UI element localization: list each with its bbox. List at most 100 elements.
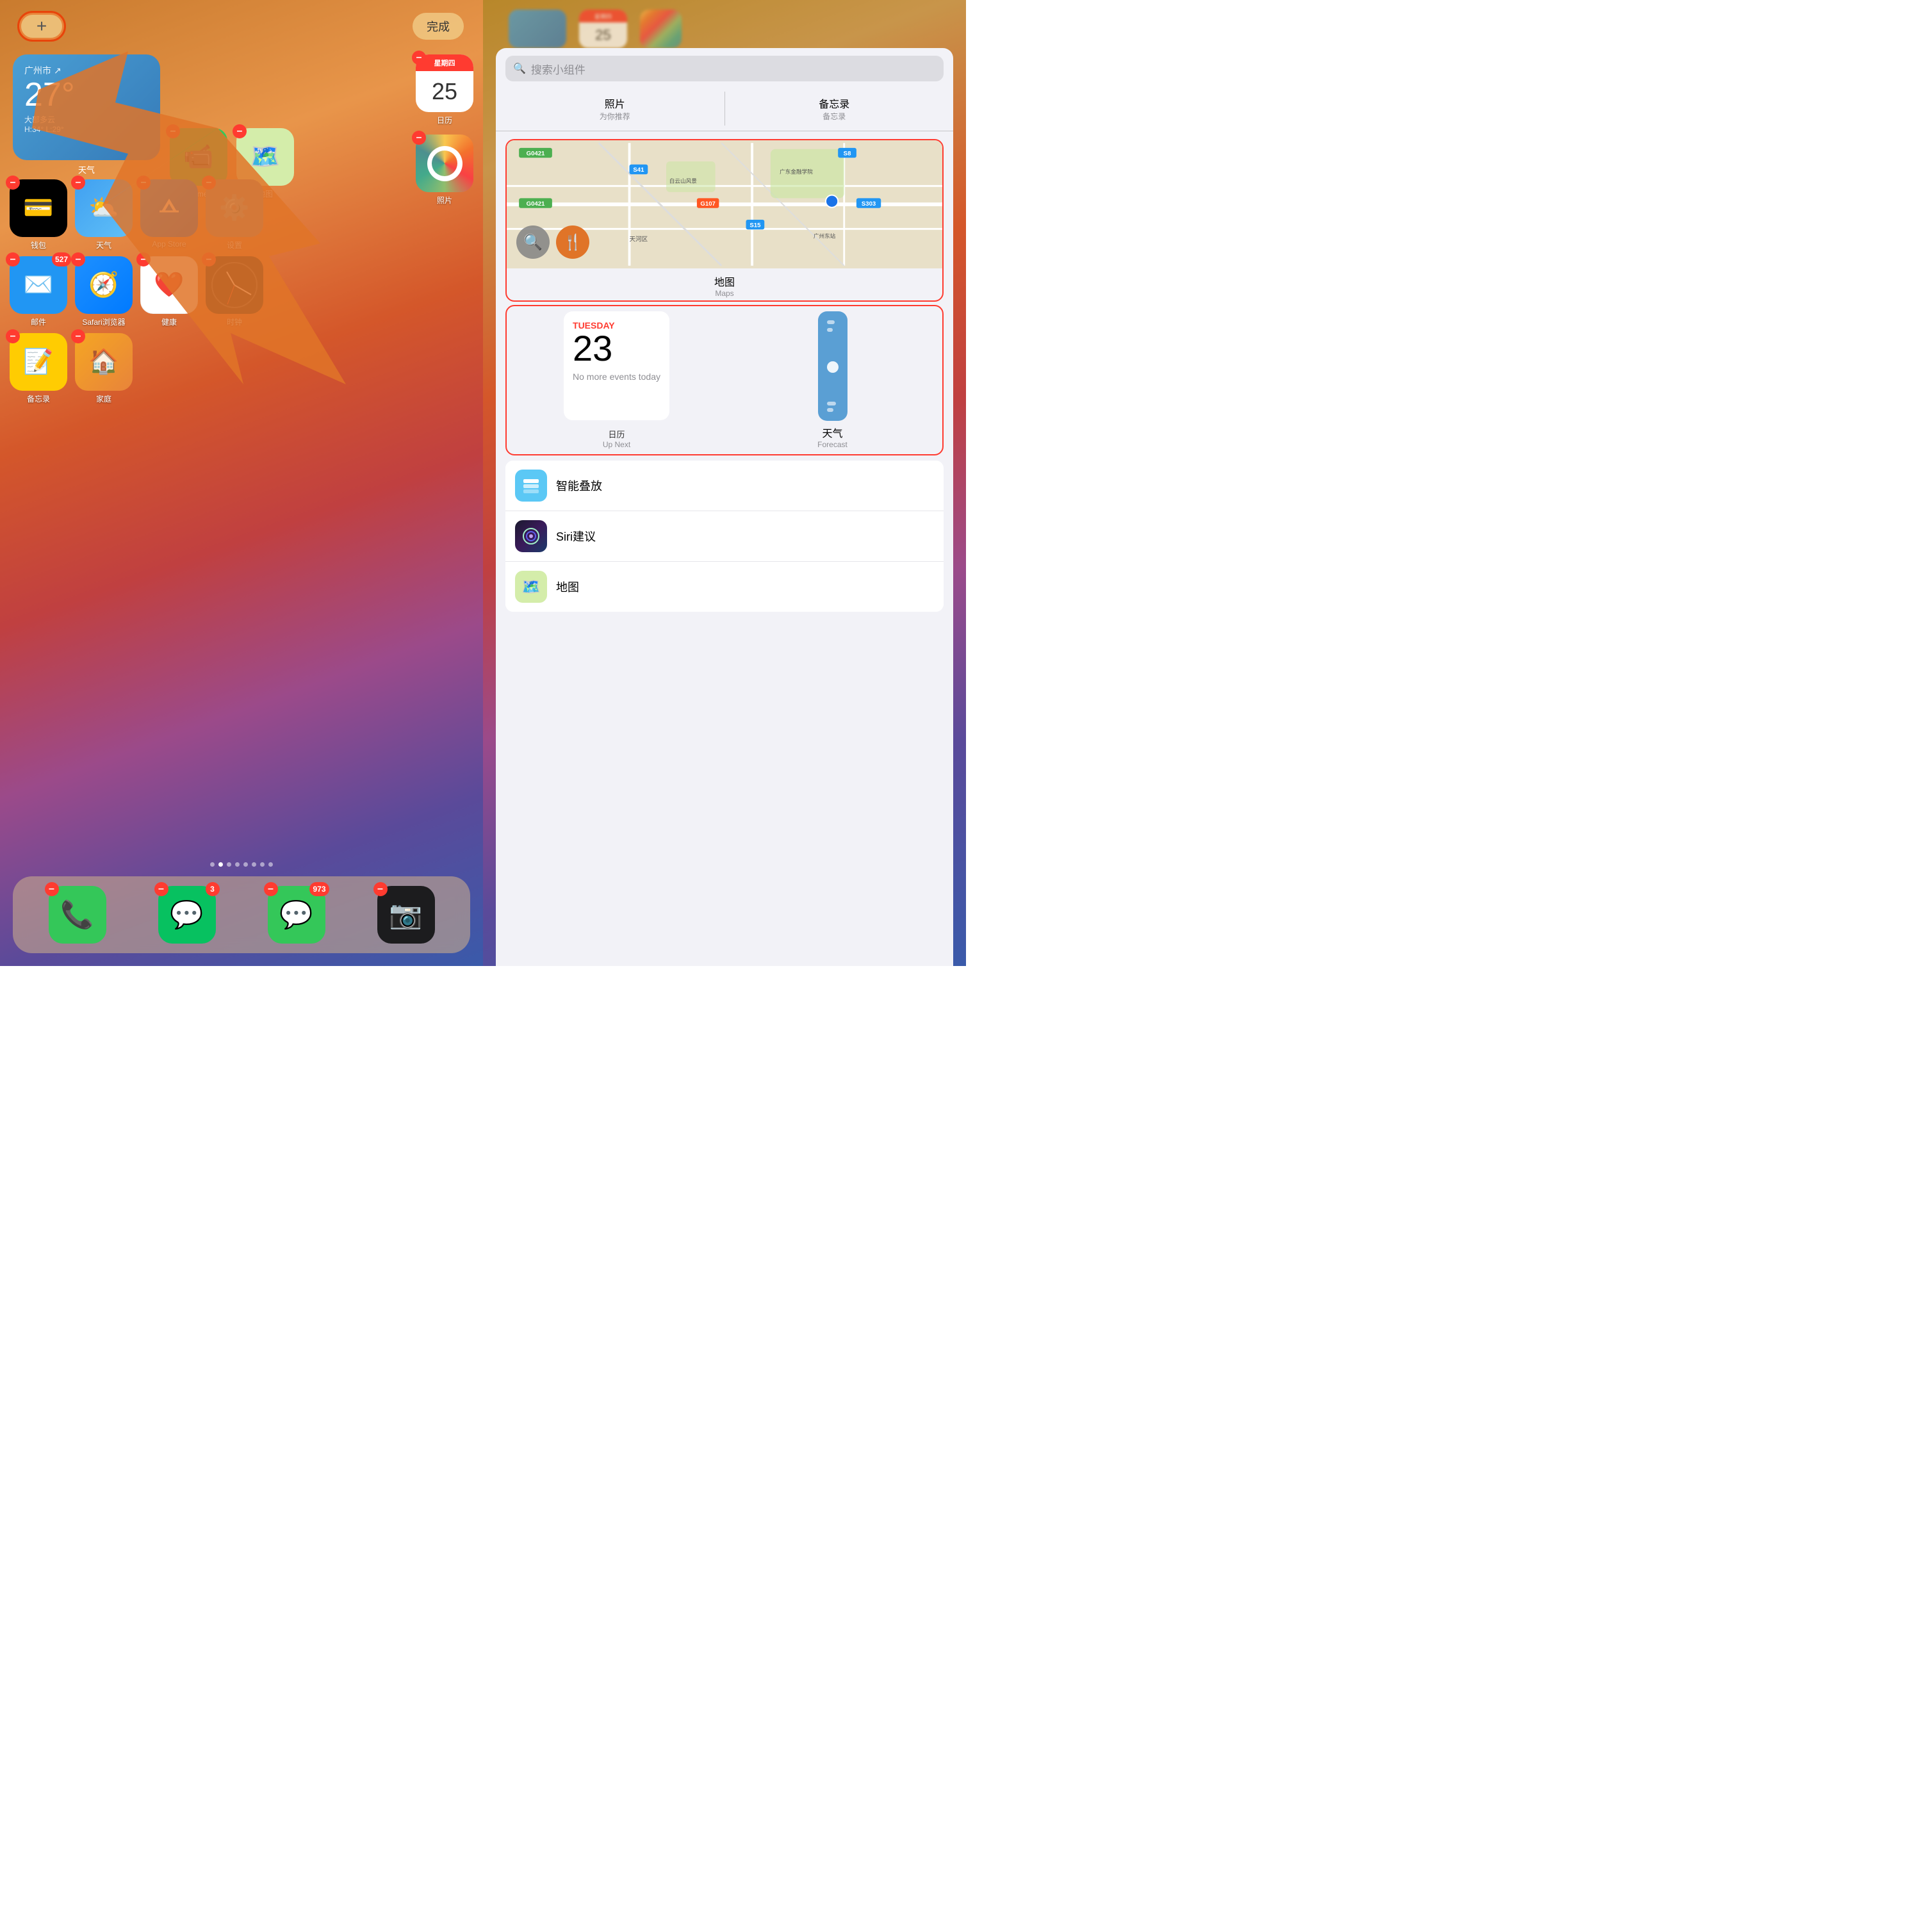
- sug-photos-title: 照片: [605, 95, 625, 111]
- weather-city: 广州市 ↗: [24, 64, 149, 77]
- minus-badge: –: [136, 252, 151, 266]
- home-label: 家庭: [96, 393, 111, 404]
- messages-badge: 973: [309, 882, 329, 896]
- add-widget-button[interactable]: +: [19, 13, 64, 40]
- done-button[interactable]: 完成: [413, 13, 464, 40]
- health-app[interactable]: – ❤️ 健康: [140, 256, 198, 327]
- settings-app[interactable]: – ⚙️ 设置: [206, 179, 263, 250]
- map-widget-container[interactable]: G0421 S8 S41 G107 G0421 S15 S303 广东金融学院 …: [505, 139, 944, 302]
- cal-date: 23: [573, 331, 660, 366]
- suggestion-photos[interactable]: 照片 为你推荐: [505, 92, 725, 126]
- cal-label-en: Up Next: [603, 440, 630, 449]
- cal-widget-wrapper: TUESDAY 23 No more events today 日历 Up Ne…: [512, 311, 721, 449]
- list-item-siri[interactable]: Siri建议: [505, 511, 944, 562]
- page-dot: [243, 862, 248, 867]
- right-panel: 星期四 25 🔍 搜索小组件 照片 为你推荐 备忘录 备忘录: [483, 0, 966, 966]
- appstore-icon: [140, 179, 198, 237]
- weather-fw-wrapper: 天气 Forecast: [728, 311, 937, 449]
- weather-app-label2: 天气: [96, 240, 111, 250]
- minus-badge: –: [373, 882, 388, 896]
- clock-app[interactable]: – 时钟: [206, 256, 263, 327]
- maps2-label: 地图: [556, 578, 579, 595]
- map-title-area: 地图 Maps: [507, 268, 942, 300]
- widget-picker: 🔍 搜索小组件 照片 为你推荐 备忘录 备忘录: [496, 48, 953, 966]
- wallet-label: 钱包: [31, 240, 46, 250]
- suggestion-notes[interactable]: 备忘录 备忘录: [725, 92, 944, 126]
- weather-forecast-widget[interactable]: [818, 311, 847, 421]
- minus-badge: –: [154, 882, 168, 896]
- map-title-en: Maps: [507, 289, 942, 298]
- notes-app[interactable]: – 📝 备忘录: [10, 333, 67, 404]
- svg-text:S15: S15: [749, 222, 761, 229]
- fw-line: [827, 408, 834, 412]
- photos-icon: [416, 135, 473, 192]
- svg-text:G0421: G0421: [527, 201, 545, 208]
- search-bar[interactable]: 🔍 搜索小组件: [505, 56, 944, 81]
- bg-weather-widget: [509, 10, 566, 48]
- list-item-smartstack[interactable]: 智能叠放: [505, 461, 944, 511]
- minus-badge: –: [136, 176, 151, 190]
- maps-icon: 🗺️: [236, 128, 294, 186]
- weather-widget[interactable]: 广州市 ↗ 27° 大部多云 H:34° L:29°: [13, 54, 160, 160]
- photos-app[interactable]: – 照片: [416, 135, 473, 206]
- dock-messages[interactable]: – 💬 973: [268, 886, 325, 944]
- weather-icon: ⛅: [75, 179, 133, 237]
- weather-label-en: Forecast: [817, 440, 847, 449]
- calendar-app[interactable]: – 星期四 25 日历: [416, 54, 473, 126]
- apps-row2: – 💳 钱包 – ⛅ 天气 – App Store: [10, 179, 263, 250]
- facetime-icon: 📹: [170, 128, 227, 186]
- sug-notes-title: 备忘录: [819, 95, 849, 111]
- page-dot-active: [218, 862, 223, 867]
- svg-text:天河区: 天河区: [630, 235, 648, 243]
- apps-row4: – 📝 备忘录 – 🏠 家庭: [10, 333, 133, 404]
- minus-badge: –: [6, 329, 20, 343]
- widget-list: 智能叠放 Siri建议 🗺️ 地图: [505, 461, 944, 612]
- minus-badge: –: [412, 131, 426, 145]
- map-search-btn[interactable]: 🔍: [516, 225, 550, 259]
- settings-label: 设置: [227, 240, 242, 250]
- calendar-widget[interactable]: TUESDAY 23 No more events today: [564, 311, 669, 420]
- page-dot: [252, 862, 256, 867]
- appstore-label: App Store: [152, 240, 186, 249]
- clock-label: 时钟: [227, 316, 242, 327]
- phone-icon: 📞: [49, 886, 106, 944]
- svg-text:广东金融学院: 广东金融学院: [780, 168, 813, 175]
- dock-phone[interactable]: – 📞: [49, 886, 106, 944]
- notes-label: 备忘录: [27, 393, 50, 404]
- wallet-icon: 💳: [10, 179, 67, 237]
- page-dot: [227, 862, 231, 867]
- cal-labels: 日历 Up Next: [603, 424, 630, 449]
- list-item-maps[interactable]: 🗺️ 地图: [505, 562, 944, 612]
- safari-app[interactable]: – 🧭 Safari浏览器: [75, 256, 133, 327]
- fw-line: [827, 402, 836, 405]
- home-app[interactable]: – 🏠 家庭: [75, 333, 133, 404]
- minus-badge: –: [6, 252, 20, 266]
- weather-app[interactable]: – ⛅ 天气: [75, 179, 133, 250]
- sug-photos-sub: 为你推荐: [600, 111, 630, 122]
- wechat-badge: 3: [206, 882, 220, 896]
- smartstack-label: 智能叠放: [556, 477, 602, 494]
- maps2-icon: 🗺️: [515, 571, 547, 603]
- fw-lines-top: [827, 320, 839, 332]
- dock-wechat[interactable]: – 💬 3: [158, 886, 216, 944]
- apps-row3: – ✉️ 527 邮件 – 🧭 Safari浏览器 – ❤️ 健康 –: [10, 256, 263, 327]
- minus-badge: –: [264, 882, 278, 896]
- camera-icon: 📷: [377, 886, 435, 944]
- fw-line: [827, 320, 835, 324]
- wallet-app[interactable]: – 💳 钱包: [10, 179, 67, 250]
- appstore-app[interactable]: – App Store: [140, 179, 198, 250]
- page-dot: [235, 862, 240, 867]
- cal-message: No more events today: [573, 372, 660, 382]
- page-dots: [0, 862, 483, 867]
- dock-camera[interactable]: – 📷: [377, 886, 435, 944]
- svg-text:S41: S41: [633, 167, 644, 174]
- svg-text:白云山风景: 白云山风景: [669, 177, 697, 184]
- minus-badge: –: [45, 882, 59, 896]
- weather-fw-labels: 天气 Forecast: [817, 425, 847, 449]
- weather-app-label: 天气: [13, 163, 160, 176]
- settings-icon: ⚙️: [206, 179, 263, 237]
- wechat-icon: 💬: [158, 886, 216, 944]
- photos-label: 照片: [437, 195, 452, 206]
- map-restaurant-btn[interactable]: 🍴: [556, 225, 589, 259]
- mail-app[interactable]: – ✉️ 527 邮件: [10, 256, 67, 327]
